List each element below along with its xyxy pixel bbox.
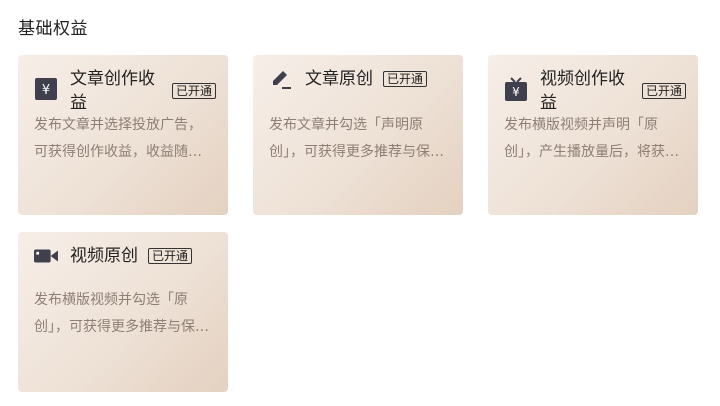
benefit-card-video-original[interactable]: 视频原创 已开通 发布横版视频并勾选「原创」，可获得更多推荐与保护权益 [18,232,228,392]
svg-text:¥: ¥ [512,85,520,99]
status-badge: 已开通 [641,83,686,99]
svg-text:¥: ¥ [42,83,50,98]
tv-yen-icon: ¥ [504,77,528,101]
status-badge: 已开通 [383,71,428,87]
benefit-card-article-original[interactable]: 文章原创 已开通 发布文章并勾选「声明原创」，可获得更多推荐与保护权益 [253,55,463,215]
card-title: 视频原创 [70,246,138,266]
card-title: 文章创作收益 [70,69,155,113]
status-badge: 已开通 [148,248,193,264]
card-description: 发布文章并选择投放广告，可获得创作收益，收益随阅读量增长 [34,117,202,160]
status-badge: 已开通 [171,83,216,99]
pen-icon [269,67,293,91]
video-camera-icon [34,244,58,268]
yen-icon: ¥ [34,77,58,101]
card-description: 发布横版视频并声明「原创」，产生播放量后，将获得创作收益 [504,117,679,160]
section-title: 基础权益 [18,19,88,39]
card-title: 文章原创 [305,69,373,89]
benefit-card-video-revenue[interactable]: ¥ 视频创作收益 已开通 发布横版视频并声明「原创」，产生播放量后，将获得创作收… [488,55,698,215]
benefit-card-article-revenue[interactable]: ¥ 文章创作收益 已开通 发布文章并选择投放广告，可获得创作收益，收益随阅读量增… [18,55,228,215]
card-description: 发布横版视频并勾选「原创」，可获得更多推荐与保护权益 [34,292,209,335]
card-description: 发布文章并勾选「声明原创」，可获得更多推荐与保护权益 [269,117,444,160]
card-title: 视频创作收益 [540,69,625,113]
